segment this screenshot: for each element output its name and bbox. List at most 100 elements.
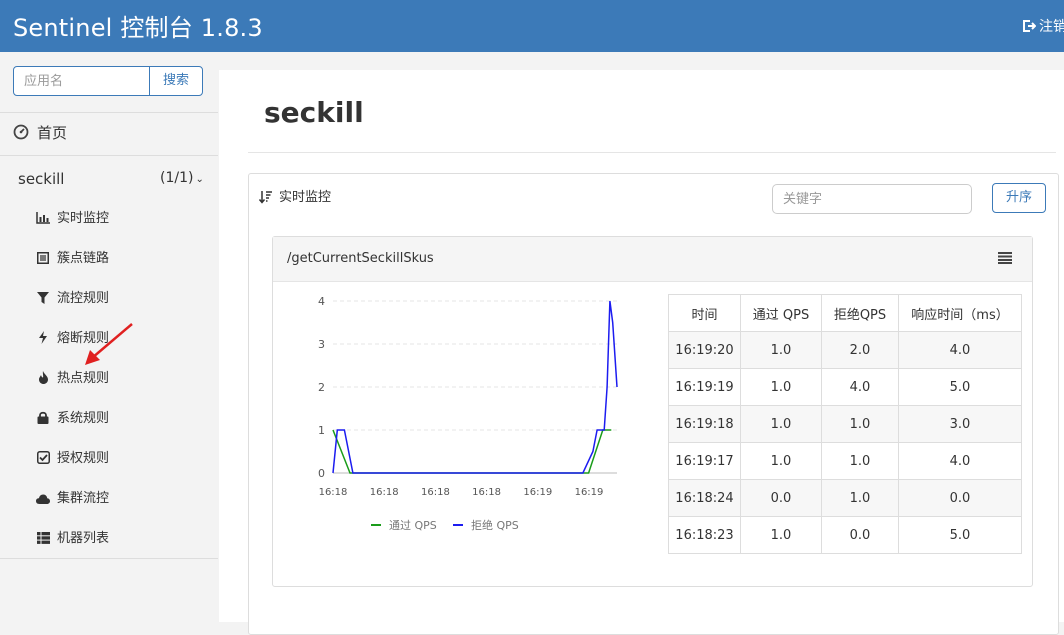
qps-line-chart: 0 1 2 3 4 16:18 16:18 16:18 16:18 16:19 16:19 通过 QP… [318,295,618,532]
cell-block-qps: 1.0 [821,442,899,480]
cloud-icon [35,491,51,511]
sidebar-divider [0,558,218,559]
table-row: 16:19:20 1.0 2.0 4.0 [668,331,1022,369]
cell-time: 16:19:20 [668,331,741,369]
x-tick-label: 16:18 [472,487,501,498]
brand-title[interactable]: Sentinel 控制台 1.8.3 [13,8,263,43]
lock-icon [35,411,51,431]
cell-time: 16:19:19 [668,368,741,406]
menu-label: 系统规则 [57,411,110,426]
metrics-table: 时间 通过 QPS 拒绝QPS 响应时间（ms） 16:19:20 1.0 2.… [668,294,1022,554]
x-tick-label: 16:19 [575,487,604,498]
main-content: seckill 实时监控 升序 /getCurrentSeckillSkus 0… [219,70,1064,635]
top-bar: Sentinel 控制台 1.8.3 注销 [0,0,1064,52]
cell-pass-qps: 1.0 [740,442,822,480]
cell-pass-qps: 0.0 [740,479,822,517]
table-row: 16:18:24 0.0 1.0 0.0 [668,479,1022,517]
table-row: 16:18:23 1.0 0.0 5.0 [668,516,1022,554]
sidebar-item-flow-rules[interactable]: 流控规则 [35,289,109,309]
cell-rt: 5.0 [898,368,1022,406]
cell-rt: 5.0 [898,516,1022,554]
sidebar-item-cluster-flow[interactable]: 集群流控 [35,489,109,509]
home-label: 首页 [37,124,68,142]
cell-rt: 4.0 [898,331,1022,369]
sidebar-divider [0,112,218,113]
column-header-pass-qps: 通过 QPS [740,294,822,332]
sidebar-item-authority-rules[interactable]: 授权规则 [35,449,109,469]
cell-block-qps: 1.0 [821,479,899,517]
sidebar-item-home[interactable]: 首页 [13,122,67,143]
sidebar: 搜索 首页 seckill (1/1)⌄ 实时监控 簇点链路 流控规则 [0,52,218,622]
monitor-panel: 实时监控 升序 /getCurrentSeckillSkus 0 1 2 3 4 16:1… [248,173,1059,635]
cell-pass-qps: 1.0 [740,516,822,554]
y-tick-label: 2 [318,381,325,394]
keyword-search-input[interactable] [772,184,972,214]
title-divider [248,152,1056,153]
fire-icon [35,371,51,391]
table-row: 16:19:18 1.0 1.0 3.0 [668,405,1022,443]
cell-pass-qps: 1.0 [740,368,822,406]
logout-label: 注销 [1039,19,1064,35]
app-search: 搜索 [13,66,203,96]
sidebar-item-hotspot-rules[interactable]: 热点规则 [35,369,109,389]
cell-block-qps: 0.0 [821,516,899,554]
app-search-input[interactable] [13,66,150,96]
column-header-rt: 响应时间（ms） [898,294,1022,332]
app-name[interactable]: seckill [18,170,64,188]
check-square-icon [35,451,51,471]
cell-rt: 4.0 [898,442,1022,480]
sort-ascending-button[interactable]: 升序 [992,183,1046,213]
y-tick-label: 0 [318,467,325,480]
y-tick-label: 4 [318,295,325,308]
cell-block-qps: 1.0 [821,405,899,443]
cell-rt: 3.0 [898,405,1022,443]
column-header-time: 时间 [668,294,741,332]
menu-label: 授权规则 [57,451,110,466]
app-section: seckill (1/1)⌄ 实时监控 簇点链路 流控规则 熔断规则 热点规则 [0,156,218,558]
y-tick-label: 3 [318,338,325,351]
sidebar-item-cluster-point-link[interactable]: 簇点链路 [35,249,109,269]
sidebar-item-machine-list[interactable]: 机器列表 [35,529,109,549]
resource-name: /getCurrentSeckillSkus [287,251,434,266]
sort-amount-icon [258,191,272,204]
list-icon [35,251,51,271]
app-machine-count[interactable]: (1/1) ⌄ [160,170,204,186]
menu-label: 集群流控 [57,491,110,506]
cell-block-qps: 2.0 [821,331,899,369]
th-list-icon [35,531,51,551]
cell-block-qps: 4.0 [821,368,899,406]
bar-chart-icon [35,211,51,231]
x-tick-label: 16:18 [370,487,399,498]
menu-label: 流控规则 [57,291,110,306]
legend-label: 拒绝 QPS [471,518,519,532]
page-title: seckill [264,96,364,129]
sidebar-item-system-rules[interactable]: 系统规则 [35,409,109,429]
table-row: 16:19:17 1.0 1.0 4.0 [668,442,1022,480]
table-row: 16:19:19 1.0 4.0 5.0 [668,368,1022,406]
logout-link[interactable]: 注销 [1022,16,1064,36]
panel-title-label: 实时监控 [279,190,332,205]
cell-pass-qps: 1.0 [740,331,822,369]
menu-label: 热点规则 [57,371,110,386]
cell-pass-qps: 1.0 [740,405,822,443]
app-search-button[interactable]: 搜索 [149,66,203,96]
y-tick-label: 1 [318,424,325,437]
cell-time: 16:18:24 [668,479,741,517]
sign-out-icon [1023,20,1037,32]
legend-label: 通过 QPS [389,519,437,532]
dashboard-icon [13,124,29,140]
cell-time: 16:19:18 [668,405,741,443]
cell-time: 16:18:23 [668,516,741,554]
app-count-label: (1/1) [160,170,194,186]
menu-icon[interactable] [998,252,1012,264]
cell-time: 16:19:17 [668,442,741,480]
chevron-down-icon: ⌄ [195,174,204,185]
red-arrow-annotation [85,323,133,365]
x-tick-label: 16:18 [421,487,450,498]
column-header-block-qps: 拒绝QPS [821,294,899,332]
sidebar-item-realtime-monitor[interactable]: 实时监控 [35,209,109,229]
bolt-icon [35,331,51,351]
menu-label: 簇点链路 [57,251,110,266]
series-line [332,429,612,474]
x-tick-label: 16:19 [523,487,552,498]
